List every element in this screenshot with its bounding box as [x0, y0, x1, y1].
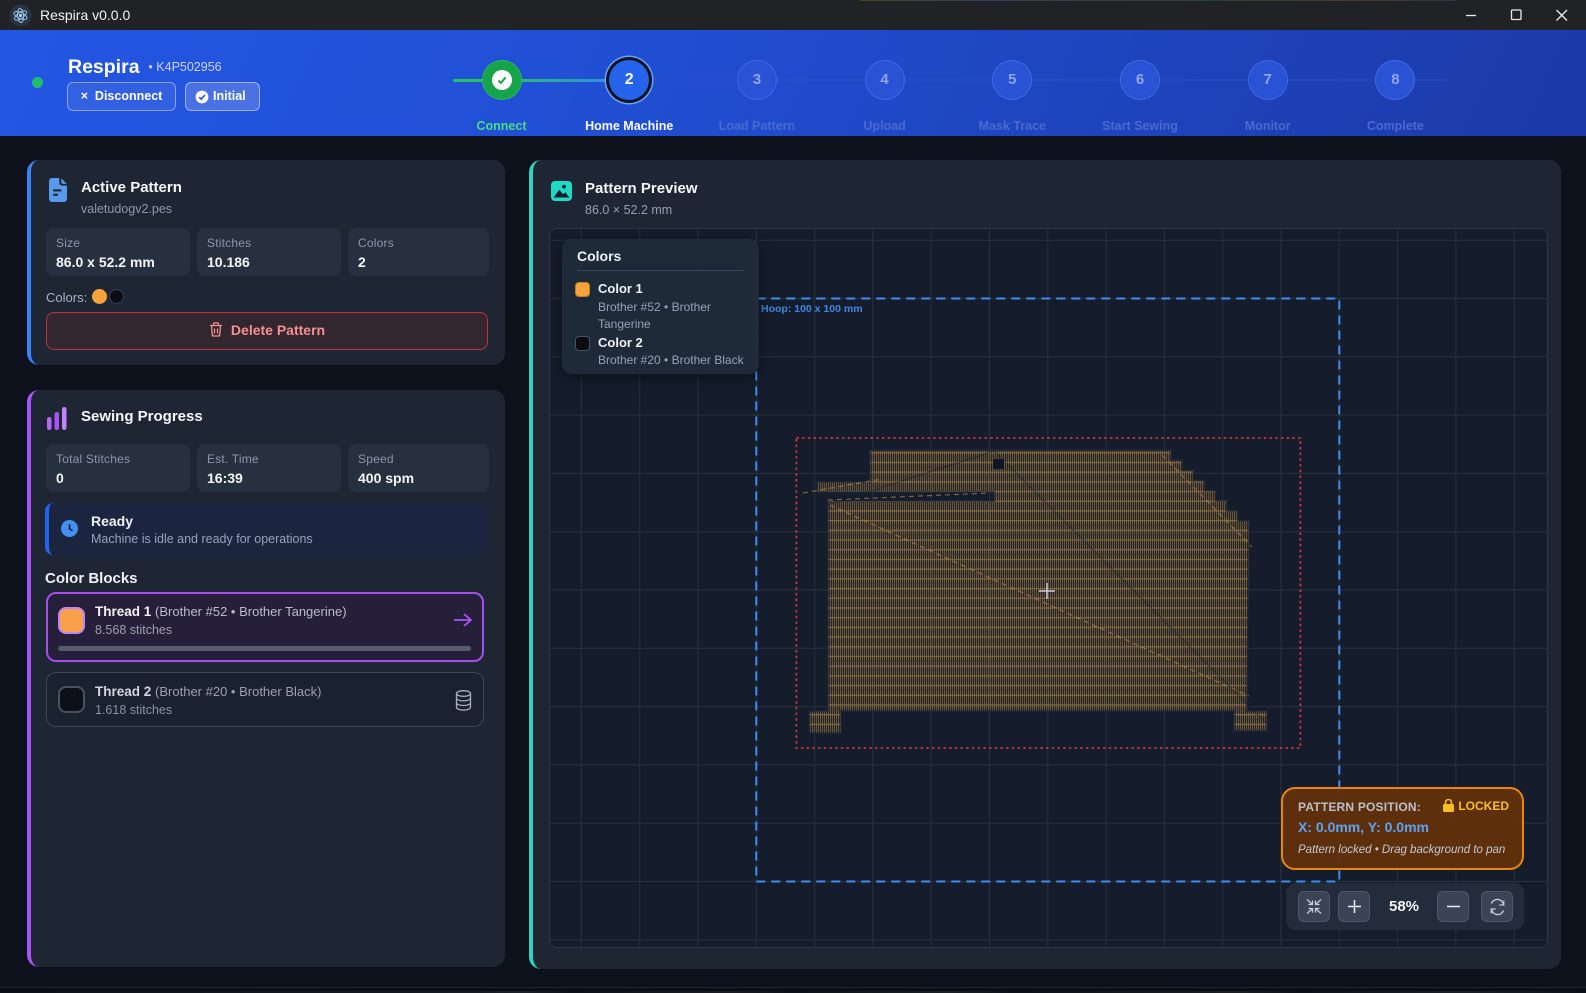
svg-text:Hoop: 100 x 100 mm: Hoop: 100 x 100 mm [761, 303, 863, 315]
